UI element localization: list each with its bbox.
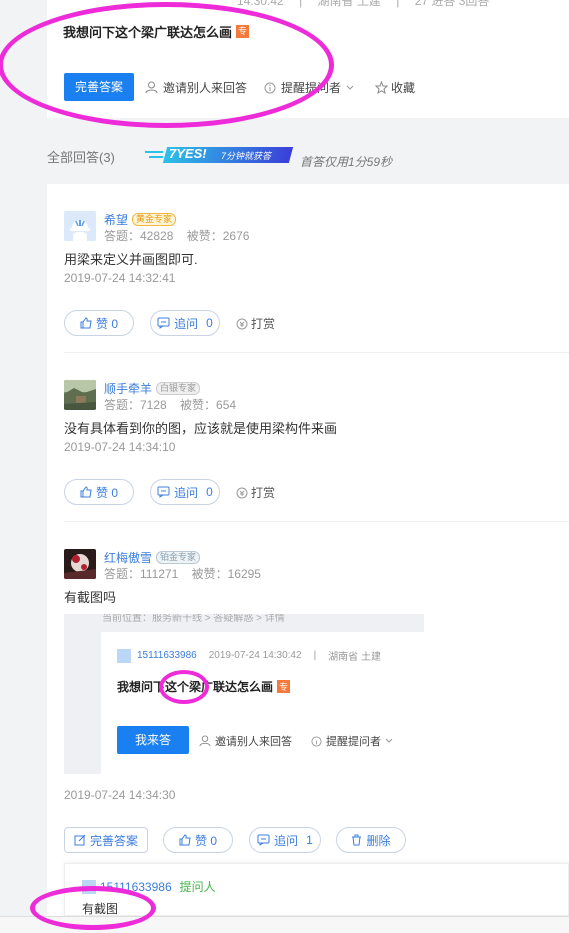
user-icon: [117, 648, 131, 663]
answer-date: 2019-07-24 14:32:41: [64, 271, 176, 285]
asker-role: 提问人: [179, 880, 216, 894]
coin-bag-icon: [236, 318, 248, 329]
collect-link[interactable]: 收藏: [375, 79, 415, 96]
screenshot-user: 15111633986: [137, 650, 197, 661]
reward-label: 打赏: [251, 317, 276, 331]
reward-link[interactable]: 打赏: [236, 315, 275, 332]
logo-text: 7YES!: [169, 146, 207, 161]
author-name[interactable]: 希望: [104, 211, 128, 228]
answer-item: 希望 黄金专家 答题：42828 被赞：2676 用梁来定义并画图即可. 201…: [47, 184, 569, 353]
like-label: 赞 0: [194, 833, 217, 848]
comment-icon: [157, 486, 170, 498]
answer-text: 用梁来定义并画图即可.: [64, 252, 198, 267]
annotation-circle: [30, 886, 156, 930]
person-icon: [199, 735, 211, 747]
question-time: 14:30:42: [237, 0, 284, 8]
answer-text: 没有具体看到你的图，应该就是使用梁构件来画: [64, 421, 338, 436]
author-name[interactable]: 红梅傲雪: [104, 549, 152, 566]
like-label: 赞 0: [95, 316, 118, 331]
author-stats: 答题：111271 被赞：16295: [104, 565, 261, 582]
answers-header: 全部回答(3) 7YES! 7分钟就获答 首答仅用1分59秒: [47, 145, 569, 171]
screenshot-region: 湖南省 土建: [328, 652, 381, 663]
answer-count: 答题：7128: [104, 398, 167, 412]
complete-label: 完善答案: [89, 833, 138, 848]
screenshot-invite: 邀请别人来回答: [199, 733, 292, 749]
like-button[interactable]: 赞 0: [64, 479, 134, 505]
answer-date: 2019-07-24 14:34:30: [64, 788, 176, 802]
answer-text: 有截图吗: [64, 590, 117, 605]
reward-link[interactable]: 打赏: [236, 484, 275, 501]
avatar: [64, 380, 96, 410]
like-button[interactable]: 赞 0: [64, 310, 134, 336]
seven-yes-logo: 7YES! 7分钟就获答: [145, 145, 294, 167]
screenshot-breadcrumb: 当前位置：服务新干线 > 答疑解惑 > 详情: [102, 614, 285, 624]
coin-bag-icon: [236, 487, 248, 498]
like-count: 被赞：654: [180, 398, 237, 412]
collect-label: 收藏: [391, 81, 416, 95]
star-icon: [375, 81, 388, 94]
chevron-down-icon: [346, 85, 354, 90]
avatar: [64, 549, 96, 579]
answer-count: 答题：111271: [104, 567, 179, 581]
logo-sub: 7分钟就获答: [221, 151, 272, 161]
thumbs-up-icon: [179, 834, 191, 846]
trash-icon: [352, 834, 362, 846]
info-icon: [311, 735, 322, 747]
screenshot-remind: 提醒提问者: [311, 733, 393, 749]
answer-author: 红梅傲雪 铂金专家: [104, 549, 201, 566]
delete-label: 删除: [366, 833, 391, 848]
expert-tag: 黄金专家: [132, 213, 177, 226]
thumbs-up-icon: [80, 317, 92, 329]
delete-button[interactable]: 删除: [336, 827, 406, 853]
thumbs-up-icon: [80, 486, 92, 498]
answer-date: 2019-07-24 14:34:10: [64, 440, 176, 454]
answer-author: 顺手牵羊 白银专家: [104, 380, 201, 397]
author-stats: 答题：42828 被赞：2676: [104, 227, 249, 244]
chevron-down-icon: [385, 738, 393, 743]
question-region: 湖南省 土建: [317, 0, 381, 8]
like-button[interactable]: 赞 0: [163, 827, 233, 853]
answer-author: 希望 黄金专家: [104, 211, 177, 228]
like-count: 被赞：16295: [191, 567, 261, 581]
answer-count: 答题：42828: [104, 229, 174, 243]
screenshot-time: 2019-07-24 14:30:42: [208, 650, 302, 661]
answer-item: 顺手牵羊 白银专家 答题：7128 被赞：654 没有具体看到你的图，应该就是使…: [47, 353, 569, 522]
follow-up-label: 追问: [274, 833, 299, 848]
follow-up-label: 追问: [174, 485, 199, 500]
annotation-circle: [0, 2, 334, 128]
answers-count: 全部回答(3): [47, 150, 115, 165]
like-label: 赞 0: [95, 485, 118, 500]
attached-screenshot[interactable]: 当前位置：服务新干线 > 答疑解惑 > 详情 15111633986 2019-…: [64, 614, 424, 774]
follow-up-count: 0: [206, 316, 213, 330]
screenshot-answer-button: 我来答: [117, 726, 189, 754]
follow-up-label: 追问: [174, 316, 199, 331]
comment-icon: [257, 834, 270, 846]
follow-up-count: 0: [206, 485, 213, 499]
first-answer-time: 首答仅用1分59秒: [300, 155, 393, 169]
screenshot-card: 15111633986 2019-07-24 14:30:42 | 湖南省 土建…: [101, 632, 424, 774]
expert-tag: 白银专家: [156, 382, 201, 395]
author-stats: 答题：7128 被赞：654: [104, 396, 236, 413]
expert-tag: 铂金专家: [156, 551, 201, 564]
author-name[interactable]: 顺手牵羊: [104, 380, 152, 397]
reward-label: 打赏: [251, 486, 276, 500]
screenshot-badge: 专: [277, 680, 291, 693]
like-count: 被赞：2676: [186, 229, 250, 243]
complete-answer-button[interactable]: 完善答案: [64, 827, 148, 853]
question-stats: 27 进答 3回答: [414, 0, 490, 8]
follow-up-count: 1: [306, 833, 313, 847]
comment-icon: [157, 317, 170, 329]
follow-up-button[interactable]: 追问 0: [150, 310, 220, 336]
avatar: [64, 211, 96, 241]
annotation-circle: [159, 670, 209, 704]
answers-list: 希望 黄金专家 答题：42828 被赞：2676 用梁来定义并画图即可. 201…: [47, 184, 569, 916]
follow-up-button[interactable]: 追问 0: [150, 479, 220, 505]
answer-item: 红梅傲雪 铂金专家 答题：111271 被赞：16295 有截图吗 当前位置：服…: [47, 522, 569, 916]
screenshot-meta: 15111633986 2019-07-24 14:30:42 | 湖南省 土建: [117, 648, 381, 663]
follow-up-button[interactable]: 追问 1: [249, 827, 321, 853]
edit-icon: [74, 834, 86, 846]
